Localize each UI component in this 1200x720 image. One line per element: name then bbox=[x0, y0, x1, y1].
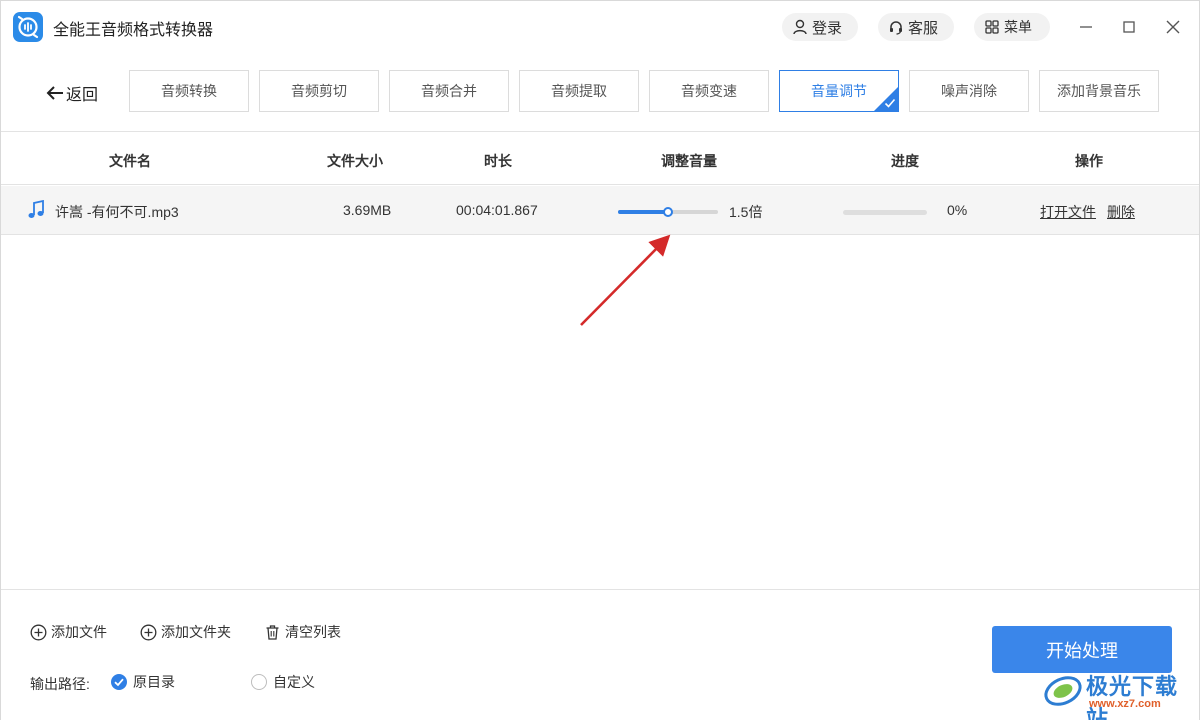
clear-list-button[interactable]: 清空列表 bbox=[264, 622, 341, 642]
table-header: 文件名 文件大小 时长 调整音量 进度 操作 bbox=[1, 133, 1199, 185]
header-actions: 操作 bbox=[1075, 153, 1103, 169]
plus-circle-icon bbox=[30, 624, 47, 640]
add-file-button[interactable]: 添加文件 bbox=[30, 622, 107, 642]
output-path-label: 输出路径: bbox=[30, 676, 90, 692]
watermark-url: www.xz7.com bbox=[1089, 698, 1161, 710]
tab-label: 音频提取 bbox=[551, 83, 607, 99]
delete-link[interactable]: 删除 bbox=[1107, 202, 1135, 222]
menu-label: 菜单 bbox=[1004, 19, 1032, 35]
check-icon bbox=[884, 98, 896, 108]
volume-slider-fill bbox=[618, 210, 668, 214]
menu-button[interactable]: 菜单 bbox=[974, 13, 1050, 41]
tab-label: 音频剪切 bbox=[291, 83, 347, 99]
tab-label: 音量调节 bbox=[811, 83, 867, 99]
file-duration: 00:04:01.867 bbox=[456, 202, 538, 218]
add-folder-label: 添加文件夹 bbox=[161, 624, 231, 640]
function-toolbar: 返回 音频转换 音频剪切 音频合并 音频提取 音频变速 音量调节 噪声消除 添加… bbox=[1, 53, 1199, 132]
header-progress: 进度 bbox=[891, 153, 919, 169]
tab-add-background-music[interactable]: 添加背景音乐 bbox=[1039, 70, 1159, 112]
tab-label: 添加背景音乐 bbox=[1057, 83, 1141, 99]
table-row[interactable]: 许嵩 -有何不可.mp3 3.69MB 00:04:01.867 1.5倍 0%… bbox=[1, 186, 1199, 235]
close-icon[interactable] bbox=[1161, 15, 1185, 39]
add-folder-button[interactable]: 添加文件夹 bbox=[140, 622, 231, 642]
progress-value: 0% bbox=[947, 202, 968, 218]
plus-circle-icon bbox=[140, 624, 157, 640]
tab-label: 音频合并 bbox=[421, 83, 477, 99]
tab-noise-removal[interactable]: 噪声消除 bbox=[909, 70, 1029, 112]
minimize-icon[interactable] bbox=[1074, 15, 1098, 39]
grid-icon bbox=[985, 20, 999, 34]
option-custom-label: 自定义 bbox=[273, 674, 315, 690]
music-note-icon bbox=[28, 200, 44, 218]
tab-label: 音频变速 bbox=[681, 83, 737, 99]
header-filename: 文件名 bbox=[109, 153, 151, 169]
output-custom-radio[interactable]: 自定义 bbox=[251, 672, 315, 692]
file-name: 许嵩 -有何不可.mp3 bbox=[55, 204, 179, 220]
app-window: 全能王音频格式转换器 登录 客服 菜单 返回 音频转换 音频剪切 音频合并 音频… bbox=[0, 0, 1200, 720]
header-volume: 调整音量 bbox=[661, 153, 717, 169]
maximize-icon[interactable] bbox=[1117, 15, 1141, 39]
tab-volume-adjust[interactable]: 音量调节 bbox=[779, 70, 899, 112]
header-duration: 时长 bbox=[484, 153, 512, 169]
app-title: 全能王音频格式转换器 bbox=[53, 22, 214, 39]
tab-audio-cut[interactable]: 音频剪切 bbox=[259, 70, 379, 112]
volume-slider-handle[interactable] bbox=[663, 207, 673, 217]
bottom-panel: 添加文件 添加文件夹 清空列表 输出路径: 原目录 自定义 开始处理 bbox=[1, 589, 1199, 720]
login-button[interactable]: 登录 bbox=[782, 13, 858, 41]
service-label: 客服 bbox=[908, 19, 939, 37]
tab-audio-extract[interactable]: 音频提取 bbox=[519, 70, 639, 112]
radio-checked-icon bbox=[111, 674, 127, 690]
add-file-label: 添加文件 bbox=[51, 624, 107, 640]
tab-label: 音频转换 bbox=[161, 83, 217, 99]
clear-list-label: 清空列表 bbox=[285, 624, 341, 640]
headset-icon bbox=[890, 21, 902, 35]
back-arrow-icon bbox=[46, 86, 63, 100]
title-bar: 全能王音频格式转换器 登录 客服 菜单 bbox=[1, 1, 1199, 53]
file-size: 3.69MB bbox=[343, 202, 392, 218]
output-original-radio[interactable]: 原目录 bbox=[111, 672, 175, 692]
tab-audio-convert[interactable]: 音频转换 bbox=[129, 70, 249, 112]
trash-icon bbox=[266, 624, 279, 640]
user-icon bbox=[793, 19, 807, 35]
customer-service-button[interactable]: 客服 bbox=[878, 13, 954, 41]
option-original-label: 原目录 bbox=[133, 674, 175, 690]
volume-value: 1.5倍 bbox=[729, 204, 763, 220]
app-logo-icon bbox=[13, 12, 43, 42]
tab-label: 噪声消除 bbox=[941, 83, 997, 99]
radio-unchecked-icon bbox=[251, 674, 267, 690]
tab-audio-speed[interactable]: 音频变速 bbox=[649, 70, 769, 112]
progress-bar bbox=[843, 210, 927, 215]
tab-audio-merge[interactable]: 音频合并 bbox=[389, 70, 509, 112]
open-file-link[interactable]: 打开文件 bbox=[1040, 202, 1096, 222]
watermark-text: 极光下载站 bbox=[1086, 674, 1179, 720]
back-button[interactable]: 返回 bbox=[45, 81, 98, 105]
annotation-arrow bbox=[580, 234, 671, 326]
back-label: 返回 bbox=[66, 87, 99, 104]
login-label: 登录 bbox=[812, 19, 843, 37]
header-filesize: 文件大小 bbox=[327, 153, 383, 169]
